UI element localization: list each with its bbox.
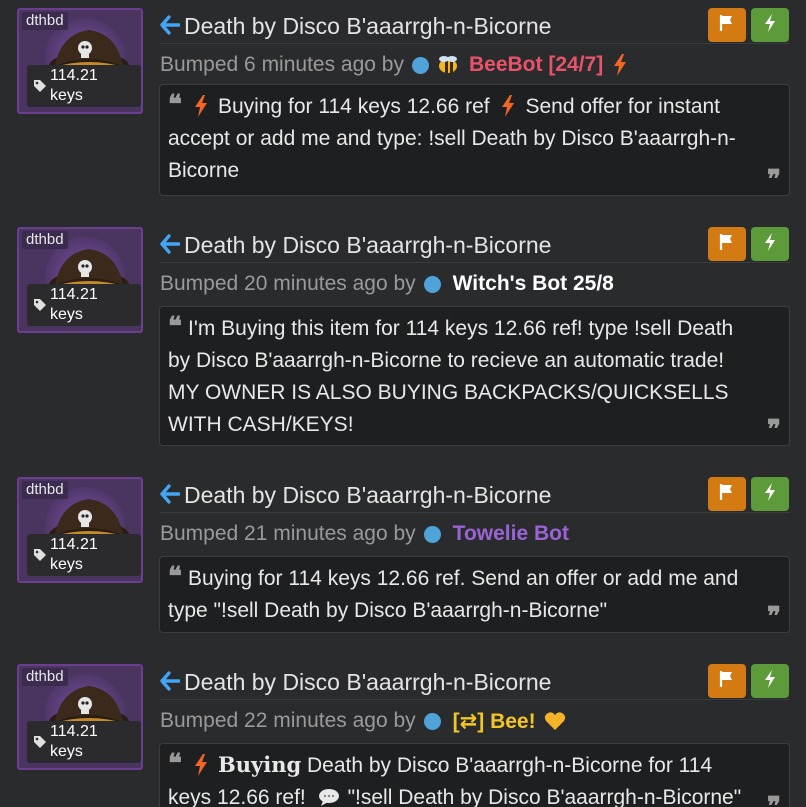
listing-message: ❝ Buying for 114 keys 12.66 ref Send offe… <box>159 84 790 196</box>
listing-row: dthbd 114.21 keys Death by Disco B'aaarrgh… <box>0 664 806 807</box>
price-text: 114.21 keys <box>49 286 98 323</box>
open-quote-icon: ❝ <box>168 562 182 592</box>
close-quote-icon: ❞ <box>767 792 781 807</box>
item-tag-label: dthbd <box>22 231 68 249</box>
bumped-info: Bumped 20 minutes ago by Witch's Bot 25/8 <box>160 269 614 299</box>
online-status-dot <box>411 56 429 74</box>
yellow-heart-icon <box>544 711 566 731</box>
flag-icon <box>717 13 737 38</box>
lightning-icon <box>760 669 780 694</box>
report-flag-button[interactable] <box>708 664 746 698</box>
buy-order-arrow-icon <box>160 14 181 39</box>
close-quote-icon: ❞ <box>767 602 781 632</box>
instant-trade-button[interactable] <box>751 227 789 261</box>
buy-order-arrow-icon <box>160 483 181 508</box>
listing-row: dthbd 114.21 keys Death by Disco B'aaarrgh… <box>0 227 806 446</box>
open-quote-icon: ❝ <box>168 90 182 120</box>
price-badge: 114.21 keys <box>27 721 141 763</box>
bumped-text: Bumped 21 minutes ago by <box>160 522 416 545</box>
seller-username-link[interactable]: [⇄] Bee! <box>453 709 536 734</box>
lightning-icon <box>760 232 780 257</box>
bumped-text: Bumped 20 minutes ago by <box>160 272 416 295</box>
listing-row: dthbd 114.21 keys Death by Disco B'aaarrgh… <box>0 8 806 196</box>
bumped-info: Bumped 22 minutes ago by [⇄] Bee! <box>160 706 566 736</box>
price-tag-icon <box>33 298 47 312</box>
listing-message: ❝ I'm Buying this item for 114 keys 12.66… <box>159 306 790 446</box>
close-quote-icon: ❞ <box>767 165 781 195</box>
price-badge: 114.21 keys <box>27 65 141 107</box>
item-thumbnail[interactable]: dthbd 114.21 keys <box>17 8 143 114</box>
message-text: Buying for 114 keys 12.66 ref. Send an o… <box>168 567 739 622</box>
price-badge: 114.21 keys <box>27 284 141 326</box>
item-tag-label: dthbd <box>22 668 68 686</box>
report-flag-button[interactable] <box>708 8 746 42</box>
seller-username-link[interactable]: Witch's Bot 25/8 <box>453 272 614 296</box>
bumped-text: Bumped 22 minutes ago by <box>160 709 416 732</box>
close-quote-icon: ❞ <box>767 415 781 445</box>
bee-icon <box>435 55 459 75</box>
listing-title-link[interactable]: Death by Disco B'aaarrgh-n-Bicorne <box>184 669 551 696</box>
lightning-icon <box>194 754 208 776</box>
listing-title-row: Death by Disco B'aaarrgh-n-Bicorne <box>160 479 790 513</box>
bumped-info: Bumped 6 minutes ago by BeeBot [24/7] <box>160 50 627 80</box>
listing-row: dthbd 114.21 keys Death by Disco B'aaarrgh… <box>0 477 806 633</box>
price-tag-icon <box>33 735 47 749</box>
seller-username-link[interactable]: Towelie Bot <box>453 522 569 546</box>
online-status-dot <box>423 275 441 293</box>
report-flag-button[interactable] <box>708 227 746 261</box>
instant-trade-button[interactable] <box>751 664 789 698</box>
listing-title-row: Death by Disco B'aaarrgh-n-Bicorne <box>160 229 790 263</box>
online-status-dot <box>423 712 441 730</box>
listing-title-row: Death by Disco B'aaarrgh-n-Bicorne <box>160 10 790 44</box>
lightning-icon <box>501 95 515 117</box>
flag-icon <box>717 482 737 507</box>
listing-title-row: Death by Disco B'aaarrgh-n-Bicorne <box>160 666 790 700</box>
flag-icon <box>717 669 737 694</box>
price-tag-icon <box>33 548 47 562</box>
listing-title-link[interactable]: Death by Disco B'aaarrgh-n-Bicorne <box>184 232 551 259</box>
buy-order-arrow-icon <box>160 233 181 258</box>
open-quote-icon: ❝ <box>168 312 182 342</box>
report-flag-button[interactable] <box>708 477 746 511</box>
message-text: "!sell Death by Disco B'aaarrgh-n-Bicorn… <box>347 786 742 807</box>
message-text: I'm Buying this item for 114 keys 12.66 … <box>168 317 734 436</box>
instant-trade-button[interactable] <box>751 477 789 511</box>
item-thumbnail[interactable]: dthbd 114.21 keys <box>17 477 143 583</box>
listing-title-link[interactable]: Death by Disco B'aaarrgh-n-Bicorne <box>184 482 551 509</box>
listing-message: ❝ Buying for 114 keys 12.66 ref. Send an … <box>159 556 790 633</box>
instant-trade-button[interactable] <box>751 8 789 42</box>
lightning-icon <box>760 13 780 38</box>
lightning-icon <box>760 482 780 507</box>
open-quote-icon: ❝ <box>168 749 182 779</box>
item-thumbnail[interactable]: dthbd 114.21 keys <box>17 227 143 333</box>
speech-bubble-icon <box>318 784 340 806</box>
price-text: 114.21 keys <box>49 723 98 760</box>
listing-title-link[interactable]: Death by Disco B'aaarrgh-n-Bicorne <box>184 13 551 40</box>
item-thumbnail[interactable]: dthbd 114.21 keys <box>17 664 143 770</box>
listing-message: ❝ Buying Death by Disco B'aaarrgh-n-Bicor… <box>159 743 790 807</box>
bumped-text: Bumped 6 minutes ago by <box>160 53 404 76</box>
seller-username-link[interactable]: BeeBot [24/7] <box>469 53 603 77</box>
item-tag-label: dthbd <box>22 12 68 30</box>
lightning-icon <box>194 95 208 117</box>
message-emphasis: Buying <box>218 752 302 777</box>
buy-order-arrow-icon <box>160 670 181 695</box>
lightning-badge-icon <box>613 54 627 76</box>
message-text: Buying for 114 keys 12.66 ref <box>218 95 490 118</box>
price-tag-icon <box>33 79 47 93</box>
online-status-dot <box>423 525 441 543</box>
flag-icon <box>717 232 737 257</box>
price-badge: 114.21 keys <box>27 534 141 576</box>
price-text: 114.21 keys <box>49 67 98 104</box>
price-text: 114.21 keys <box>49 536 98 573</box>
bumped-info: Bumped 21 minutes ago by Towelie Bot <box>160 519 569 549</box>
item-tag-label: dthbd <box>22 481 68 499</box>
